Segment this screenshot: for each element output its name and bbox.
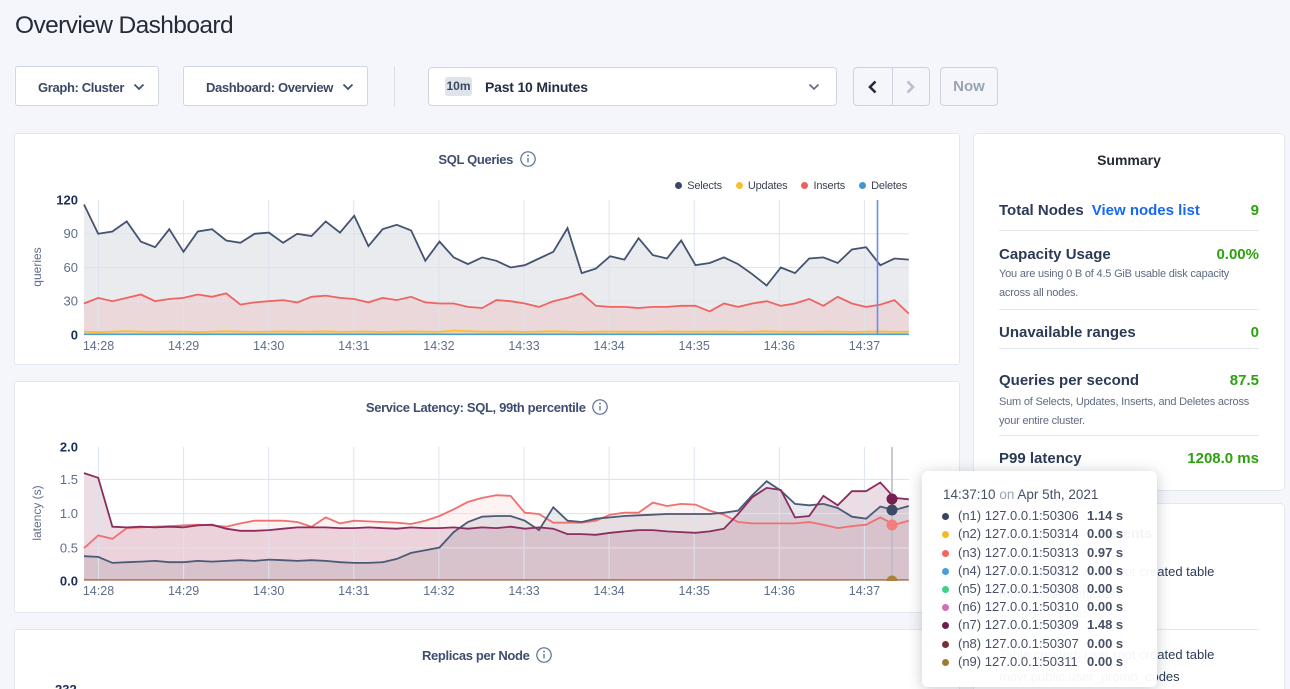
svg-text:14:34: 14:34 [593, 339, 624, 353]
svg-text:14:30: 14:30 [253, 339, 284, 353]
svg-text:14:33: 14:33 [508, 584, 539, 598]
svg-text:120: 120 [56, 193, 78, 208]
svg-text:14:32: 14:32 [423, 584, 454, 598]
svg-text:1.0: 1.0 [60, 506, 78, 521]
svg-text:1.5: 1.5 [60, 472, 78, 487]
svg-text:queries: queries [30, 247, 44, 286]
svg-text:90: 90 [64, 226, 78, 241]
svg-text:14:31: 14:31 [338, 339, 369, 353]
svg-text:14:37: 14:37 [849, 584, 880, 598]
svg-text:14:29: 14:29 [168, 584, 199, 598]
svg-text:14:35: 14:35 [679, 339, 710, 353]
svg-text:14:31: 14:31 [338, 584, 369, 598]
svg-text:14:35: 14:35 [679, 584, 710, 598]
svg-text:14:36: 14:36 [764, 584, 795, 598]
svg-text:0: 0 [71, 328, 78, 343]
svg-text:30: 30 [64, 294, 78, 309]
svg-text:14:28: 14:28 [83, 584, 114, 598]
svg-text:14:36: 14:36 [764, 339, 795, 353]
svg-text:0.5: 0.5 [60, 540, 78, 555]
svg-text:14:30: 14:30 [253, 584, 284, 598]
svg-text:60: 60 [64, 260, 78, 275]
svg-text:latency (s): latency (s) [30, 485, 44, 540]
svg-text:14:33: 14:33 [508, 339, 539, 353]
svg-text:0.0: 0.0 [60, 574, 78, 589]
svg-text:14:34: 14:34 [593, 584, 624, 598]
svg-text:14:29: 14:29 [168, 339, 199, 353]
svg-text:14:32: 14:32 [423, 339, 454, 353]
svg-text:14:28: 14:28 [83, 339, 114, 353]
svg-text:14:37: 14:37 [849, 339, 880, 353]
svg-text:2.0: 2.0 [60, 440, 78, 455]
